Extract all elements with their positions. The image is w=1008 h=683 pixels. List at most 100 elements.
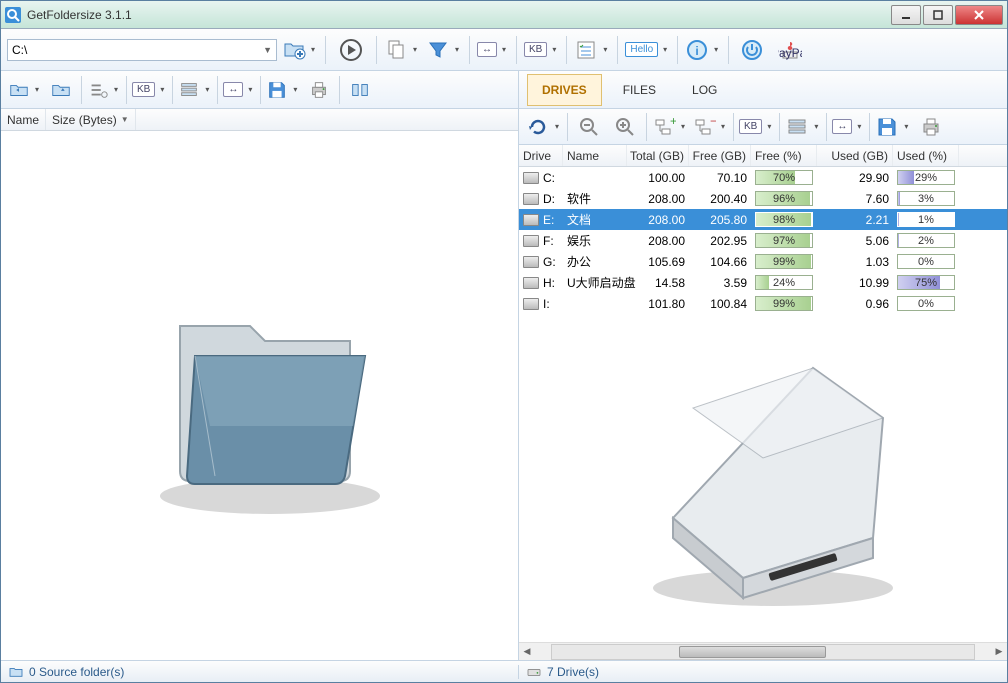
path-input[interactable]: C:\ ▼ — [7, 39, 277, 61]
right-width-button[interactable]: ↔ — [831, 110, 865, 144]
status-left-text: 0 Source folder(s) — [29, 665, 124, 679]
col-free[interactable]: Free (GB) — [689, 145, 751, 166]
table-row[interactable]: H:U大师启动盘14.583.5924%10.9975% — [519, 272, 1007, 293]
drive-usedpct-cell: 1% — [893, 209, 959, 230]
col-drive-name[interactable]: Name — [563, 145, 627, 166]
svg-text:i: i — [695, 44, 698, 58]
zoom-out-button[interactable] — [572, 110, 606, 144]
refresh-button[interactable] — [525, 110, 563, 144]
width-icon: ↔ — [477, 42, 497, 57]
drive-freepct-cell: 70% — [751, 167, 817, 188]
status-left: 0 Source folder(s) — [1, 665, 519, 679]
drive-usedpct-cell: 29% — [893, 167, 959, 188]
kb-label: KB — [524, 42, 547, 57]
drive-usedpct-cell: 0% — [893, 251, 959, 272]
left-pane: KB ↔ Name Size (Bytes)▼ — [1, 71, 519, 660]
donate-paypal-button[interactable]: PayPal — [773, 33, 807, 67]
drive-free-cell: 70.10 — [689, 167, 751, 188]
add-folder-button[interactable] — [281, 33, 319, 67]
drive-total-cell: 208.00 — [627, 230, 689, 251]
maximize-button[interactable] — [923, 5, 953, 25]
col-used-pct[interactable]: Used (%) — [893, 145, 959, 166]
drive-used-cell: 5.06 — [817, 230, 893, 251]
close-button[interactable] — [955, 5, 1003, 25]
unit-kb-button[interactable]: KB — [523, 33, 560, 67]
hello-language-button[interactable]: Hello — [624, 33, 671, 67]
drive-total-cell: 101.80 — [627, 293, 689, 314]
tree-remove-button[interactable]: − — [691, 110, 729, 144]
drive-icon — [523, 277, 539, 289]
right-icon-area — [519, 314, 1007, 642]
drive-icon — [523, 193, 539, 205]
list-view-button[interactable] — [177, 74, 213, 106]
left-empty-area — [1, 131, 518, 660]
col-used[interactable]: Used (GB) — [817, 145, 893, 166]
folder-up-button[interactable] — [45, 74, 77, 106]
drive-usedpct-cell: 75% — [893, 272, 959, 293]
tab-files[interactable]: FILES — [608, 74, 671, 106]
drive-name-cell: 办公 — [563, 251, 627, 272]
status-right: 7 Drive(s) — [519, 665, 607, 679]
table-row[interactable]: G:办公105.69104.6699%1.030% — [519, 251, 1007, 272]
right-save-button[interactable] — [874, 110, 912, 144]
drive-icon — [523, 298, 539, 310]
list-settings-button[interactable] — [86, 74, 122, 106]
play-scan-button[interactable] — [332, 33, 370, 67]
options-list-button[interactable] — [573, 33, 611, 67]
copy-button[interactable] — [383, 33, 421, 67]
drive-freepct-cell: 99% — [751, 251, 817, 272]
drive-freepct-cell: 96% — [751, 188, 817, 209]
drive-letter: H: — [543, 276, 555, 290]
left-kb-button[interactable]: KB — [131, 74, 168, 106]
right-toolbar: + − KB ↔ — [519, 109, 1007, 145]
right-print-button[interactable] — [914, 110, 948, 144]
drive-freepct-cell: 98% — [751, 209, 817, 230]
left-width-button[interactable]: ↔ — [222, 74, 256, 106]
drive-free-cell: 100.84 — [689, 293, 751, 314]
tab-drives[interactable]: DRIVES — [527, 74, 602, 106]
drive-icon — [523, 256, 539, 268]
table-row[interactable]: I:101.80100.8499%0.960% — [519, 293, 1007, 314]
right-pane: DRIVES FILES LOG + − KB ↔ — [519, 71, 1007, 660]
drive-icon — [527, 666, 541, 678]
table-row[interactable]: C:100.0070.1070%29.9029% — [519, 167, 1007, 188]
table-row[interactable]: D:软件208.00200.4096%7.603% — [519, 188, 1007, 209]
power-button[interactable] — [735, 33, 769, 67]
zoom-in-button[interactable] — [608, 110, 642, 144]
minimize-button[interactable] — [891, 5, 921, 25]
col-free-pct[interactable]: Free (%) — [751, 145, 817, 166]
col-drive[interactable]: Drive — [519, 145, 563, 166]
table-row[interactable]: E:文档208.00205.8098%2.211% — [519, 209, 1007, 230]
horizontal-scrollbar[interactable]: ◀ ▶ — [519, 642, 1007, 660]
drive-letter: D: — [543, 192, 555, 206]
left-print-button[interactable] — [303, 74, 335, 106]
window-title: GetFoldersize 3.1.1 — [27, 8, 889, 22]
drive-name-cell: U大师启动盘 — [563, 272, 627, 293]
compare-button[interactable] — [344, 74, 376, 106]
scroll-left-arrow[interactable]: ◀ — [519, 644, 535, 660]
left-toolbar: KB ↔ — [1, 71, 518, 109]
table-row[interactable]: F:娱乐208.00202.9597%5.062% — [519, 230, 1007, 251]
scroll-right-arrow[interactable]: ▶ — [991, 644, 1007, 660]
right-list-button[interactable] — [784, 110, 822, 144]
col-name[interactable]: Name — [1, 109, 46, 130]
left-columns-header: Name Size (Bytes)▼ — [1, 109, 518, 131]
drive-letter: I: — [543, 297, 550, 311]
right-kb-button[interactable]: KB — [738, 110, 775, 144]
info-button[interactable]: i — [684, 33, 722, 67]
drive-total-cell: 105.69 — [627, 251, 689, 272]
col-size[interactable]: Size (Bytes)▼ — [46, 109, 136, 130]
folder-back-button[interactable] — [7, 74, 43, 106]
left-save-button[interactable] — [265, 74, 301, 106]
tab-log[interactable]: LOG — [677, 74, 732, 106]
filter-button[interactable] — [425, 33, 463, 67]
status-bar: 0 Source folder(s) 7 Drive(s) — [1, 660, 1007, 682]
drive-name-cell — [563, 293, 627, 314]
drive-used-cell: 7.60 — [817, 188, 893, 209]
drive-used-cell: 2.21 — [817, 209, 893, 230]
kb-label: KB — [739, 119, 762, 134]
tree-add-button[interactable]: + — [651, 110, 689, 144]
width-button[interactable]: ↔ — [476, 33, 510, 67]
scroll-thumb[interactable] — [679, 646, 827, 658]
col-total[interactable]: Total (GB) — [627, 145, 689, 166]
